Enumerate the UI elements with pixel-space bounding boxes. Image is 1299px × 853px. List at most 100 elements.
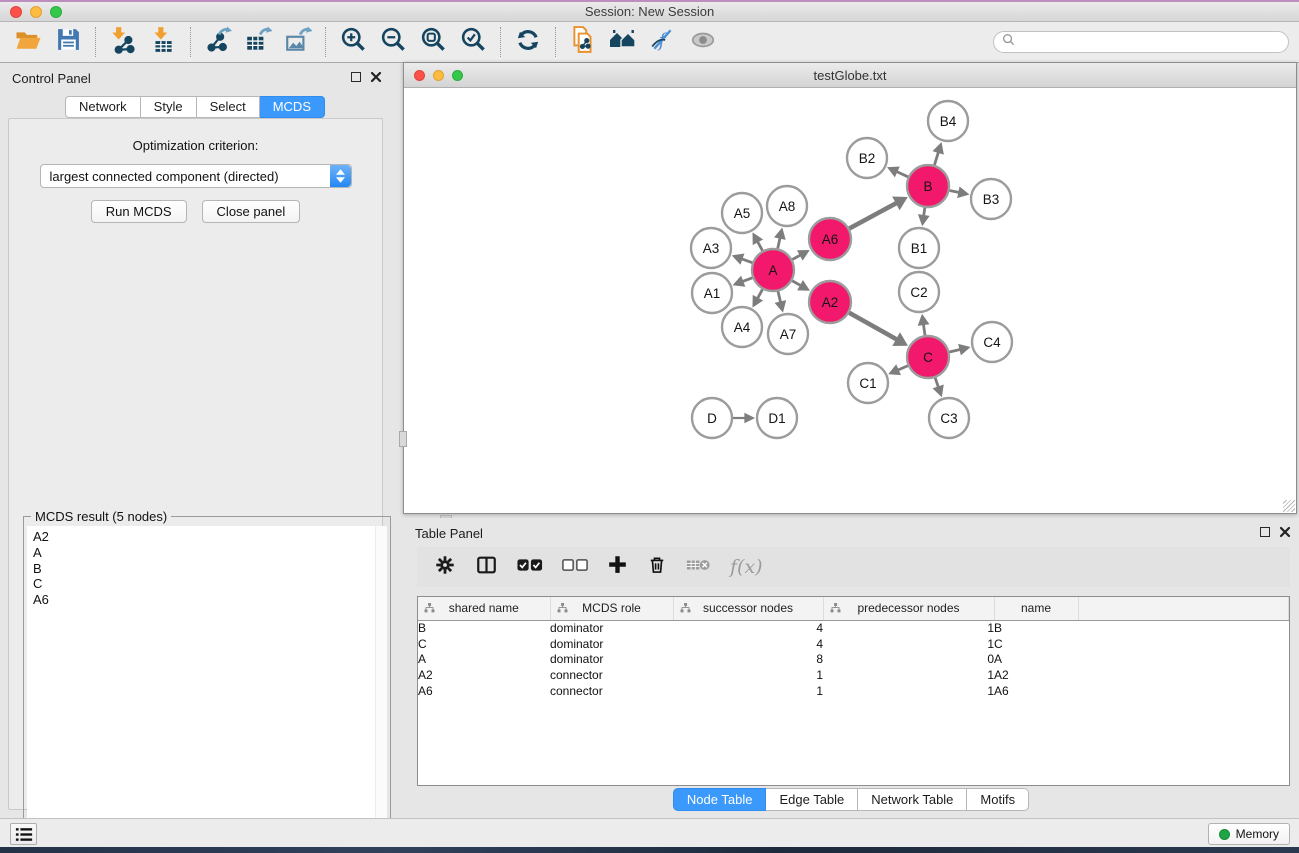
graph-edge[interactable]	[757, 289, 762, 298]
table-cell-shared-name[interactable]: A6	[418, 683, 550, 699]
table-cell-successor-nodes[interactable]: 4	[673, 636, 823, 652]
refresh-button[interactable]	[508, 25, 548, 59]
table-row[interactable]: Bdominator41B	[418, 620, 1289, 636]
table-cell-name[interactable]: C	[994, 636, 1078, 652]
table-cell-shared-name[interactable]: B	[418, 620, 550, 636]
close-panel-icon[interactable]	[1279, 526, 1291, 538]
float-panel-icon[interactable]	[351, 72, 361, 82]
tab-select[interactable]: Select	[197, 96, 260, 118]
table-cell-predecessor-nodes[interactable]: 1	[823, 667, 994, 683]
graph-edge[interactable]	[792, 281, 801, 286]
zoom-selected-button[interactable]	[453, 25, 493, 59]
table-row[interactable]: A6connector11A6	[418, 683, 1289, 699]
table-cell-successor-nodes[interactable]: 1	[673, 683, 823, 699]
table-cell-mcds-role[interactable]: dominator	[550, 620, 673, 636]
show-hide-button[interactable]	[683, 25, 723, 59]
table-cell-shared-name[interactable]: C	[418, 636, 550, 652]
task-history-button[interactable]	[10, 823, 37, 845]
graph-edge[interactable]	[950, 190, 960, 192]
table-row[interactable]: Cdominator41C	[418, 636, 1289, 652]
column-header-name[interactable]: name	[994, 597, 1078, 620]
column-header-shared-name[interactable]: shared name	[418, 597, 550, 620]
close-panel-icon[interactable]	[370, 71, 382, 83]
column-header-successor-nodes[interactable]: successor nodes	[673, 597, 823, 620]
split-columns-button[interactable]	[475, 554, 498, 581]
import-table-button[interactable]	[143, 25, 183, 59]
export-network-button[interactable]	[198, 25, 238, 59]
table-cell-successor-nodes[interactable]: 4	[673, 620, 823, 636]
add-column-button[interactable]	[607, 554, 628, 580]
open-folder-button[interactable]	[8, 25, 48, 59]
float-panel-icon[interactable]	[1260, 527, 1270, 537]
close-panel-button[interactable]: Close panel	[202, 200, 301, 223]
table-cell-name[interactable]: B	[994, 620, 1078, 636]
graph-edge[interactable]	[924, 208, 925, 216]
resize-grip[interactable]	[1283, 500, 1295, 512]
delete-column-button[interactable]	[647, 554, 667, 581]
table-cell-name[interactable]: A2	[994, 667, 1078, 683]
home-button[interactable]	[603, 25, 643, 59]
gear-button[interactable]	[434, 554, 456, 581]
deselect-all-checkboxes-button[interactable]	[562, 558, 588, 577]
table-row[interactable]: Adominator80A	[418, 651, 1289, 667]
table-cell-mcds-role[interactable]: connector	[550, 683, 673, 699]
zoom-fit-button[interactable]	[413, 25, 453, 59]
tab-mcds[interactable]: MCDS	[260, 96, 325, 118]
zoom-out-button[interactable]	[373, 25, 413, 59]
mcds-result-item[interactable]: A2	[33, 529, 387, 545]
tab-node-table[interactable]: Node Table	[673, 788, 767, 811]
table-cell-predecessor-nodes[interactable]: 0	[823, 651, 994, 667]
tab-network-table[interactable]: Network Table	[858, 788, 967, 811]
network-graph[interactable]: AA5A8A3A1A4A7A6A2BB4B2B3B1CC2C4C1C3DD1	[404, 88, 1296, 513]
table-cell-successor-nodes[interactable]: 8	[673, 651, 823, 667]
graph-edge[interactable]	[757, 241, 762, 250]
graph-edge[interactable]	[935, 378, 938, 388]
export-image-button[interactable]	[278, 25, 318, 59]
search-input[interactable]	[1021, 35, 1271, 49]
mcds-result-item[interactable]: B	[33, 561, 387, 577]
mcds-result-list[interactable]: A2ABCA6	[27, 526, 387, 852]
graph-edge[interactable]	[849, 203, 896, 229]
graph-edge[interactable]	[792, 255, 800, 260]
tab-network[interactable]: Network	[65, 96, 141, 118]
save-button[interactable]	[48, 25, 88, 59]
network-window-titlebar[interactable]: testGlobe.txt	[404, 63, 1296, 88]
graph-edge[interactable]	[742, 278, 752, 282]
zoom-in-button[interactable]	[333, 25, 373, 59]
graph-edge[interactable]	[896, 171, 908, 176]
function-builder-button[interactable]: f(x)	[730, 556, 763, 578]
import-network-button[interactable]	[103, 25, 143, 59]
table-cell-name[interactable]: A6	[994, 683, 1078, 699]
memory-button[interactable]: Memory	[1208, 823, 1290, 845]
table-cell-predecessor-nodes[interactable]: 1	[823, 636, 994, 652]
scrollbar-track[interactable]	[375, 526, 387, 852]
graph-edge[interactable]	[741, 259, 752, 263]
tab-edge-table[interactable]: Edge Table	[766, 788, 858, 811]
graph-edge[interactable]	[898, 366, 908, 370]
criterion-select[interactable]: largest connected component (directed)	[40, 164, 352, 188]
table-cell-shared-name[interactable]: A	[418, 651, 550, 667]
table-cell-successor-nodes[interactable]: 1	[673, 667, 823, 683]
hide-graphics-details-button[interactable]: f	[643, 25, 683, 59]
mcds-result-item[interactable]: C	[33, 576, 387, 592]
column-header-mcds-role[interactable]: MCDS role	[550, 597, 673, 620]
graph-edge[interactable]	[949, 349, 960, 352]
mcds-result-item[interactable]: A6	[33, 592, 387, 608]
mcds-result-item[interactable]: A	[33, 545, 387, 561]
table-cell-predecessor-nodes[interactable]: 1	[823, 683, 994, 699]
column-header-predecessor-nodes[interactable]: predecessor nodes	[823, 597, 994, 620]
export-table-button[interactable]	[238, 25, 278, 59]
splitter-grip[interactable]	[399, 431, 407, 447]
table-cell-mcds-role[interactable]: connector	[550, 667, 673, 683]
graph-edge[interactable]	[923, 324, 925, 335]
table-cell-name[interactable]: A	[994, 651, 1078, 667]
graph-edge[interactable]	[849, 313, 897, 340]
table-row[interactable]: A2connector11A2	[418, 667, 1289, 683]
graph-edge[interactable]	[778, 238, 780, 249]
table-cell-shared-name[interactable]: A2	[418, 667, 550, 683]
table-cell-predecessor-nodes[interactable]: 1	[823, 620, 994, 636]
graph-edge[interactable]	[934, 152, 938, 165]
duplicate-network-button[interactable]	[563, 25, 603, 59]
network-canvas[interactable]: AA5A8A3A1A4A7A6A2BB4B2B3B1CC2C4C1C3DD1	[404, 88, 1296, 513]
delete-table-button[interactable]	[686, 557, 711, 578]
